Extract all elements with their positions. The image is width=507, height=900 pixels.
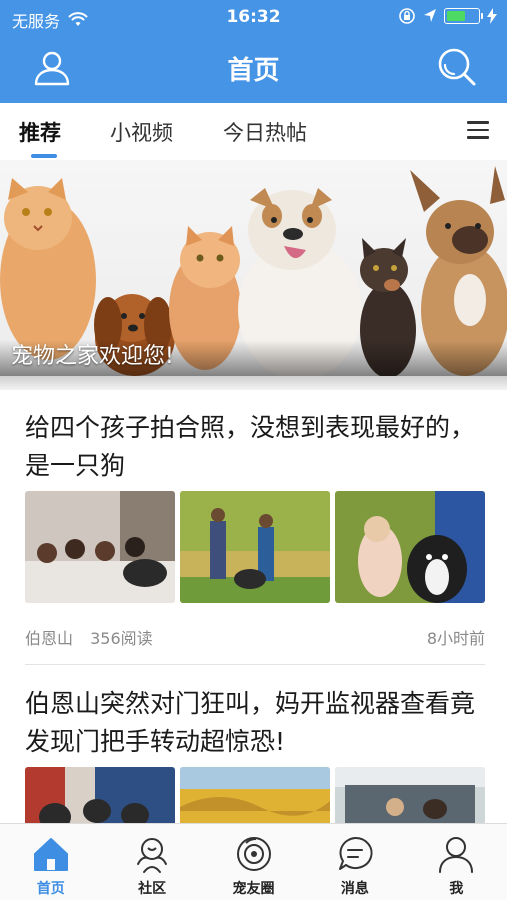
article-time: 8小时前 bbox=[426, 629, 485, 648]
feed-divider bbox=[25, 664, 485, 665]
article-meta: 伯恩山 356阅读 8小时前 bbox=[25, 625, 485, 649]
search-icon[interactable] bbox=[437, 47, 477, 87]
article-title: 伯恩山突然对门狂叫，妈开监视器查看竟发现门把手转动超惊恐! bbox=[25, 689, 476, 756]
hamburger-menu-icon[interactable] bbox=[467, 121, 489, 139]
thumbnail-image bbox=[25, 491, 175, 603]
location-icon bbox=[424, 9, 436, 22]
thumbnail-image bbox=[180, 491, 330, 603]
tab-short-video[interactable]: 小视频 bbox=[110, 117, 173, 147]
banner-caption: 宠物之家欢迎您! bbox=[11, 344, 174, 369]
page-title: 首页 bbox=[227, 56, 280, 86]
app-header: 无服务 16:32 首页 bbox=[0, 0, 507, 103]
article-reads: 356阅读 bbox=[90, 629, 153, 648]
home-icon bbox=[33, 838, 68, 871]
category-tabs: 推荐 小视频 今日热帖 bbox=[0, 103, 507, 160]
article-author: 伯恩山 bbox=[25, 629, 74, 648]
tabbar-label: 首页 bbox=[36, 881, 65, 897]
nav-bar: 首页 bbox=[0, 34, 507, 103]
status-bar: 无服务 16:32 bbox=[0, 0, 507, 34]
tabbar-item-pet-circle[interactable]: 宠友圈 bbox=[203, 824, 304, 900]
tabbar-label: 我 bbox=[449, 881, 464, 897]
profile-icon bbox=[439, 837, 474, 873]
battery-fill bbox=[447, 11, 465, 21]
tab-hot-posts[interactable]: 今日热帖 bbox=[223, 117, 307, 147]
banner-divider bbox=[0, 376, 507, 390]
tabbar-item-community[interactable]: 社区 bbox=[101, 824, 202, 900]
tabbar-label: 宠友圈 bbox=[232, 881, 275, 897]
bottom-tab-bar: 首页 社区 宠友圈 消息 我 bbox=[0, 823, 507, 900]
tabbar-item-home[interactable]: 首页 bbox=[0, 824, 101, 900]
tabbar-item-profile[interactable]: 我 bbox=[406, 824, 507, 900]
battery-icon bbox=[444, 8, 483, 24]
active-tab-indicator bbox=[31, 154, 57, 158]
feed-item[interactable]: 给四个孩子拍合照，没想到表现最好的，是一只狗 伯恩山 356阅读 8小时前 bbox=[25, 409, 485, 648]
tabbar-label: 社区 bbox=[138, 881, 167, 897]
tab-recommend[interactable]: 推荐 bbox=[19, 117, 61, 147]
tabbar-label: 消息 bbox=[340, 881, 369, 897]
feed-item[interactable]: 伯恩山突然对门狂叫，妈开监视器查看竟发现门把手转动超惊恐! bbox=[25, 685, 485, 879]
article-title: 给四个孩子拍合照，没想到表现最好的，是一只狗 bbox=[25, 413, 476, 480]
tabbar-item-messages[interactable]: 消息 bbox=[304, 824, 405, 900]
community-icon bbox=[137, 838, 168, 873]
status-right bbox=[398, 7, 497, 25]
rotation-lock-icon bbox=[399, 8, 415, 24]
charging-icon bbox=[487, 8, 497, 24]
banner[interactable]: 宠物之家欢迎您! bbox=[0, 160, 507, 376]
article-thumbnails bbox=[25, 491, 485, 603]
pet-circle-icon bbox=[236, 837, 271, 871]
thumbnail-image bbox=[335, 491, 485, 603]
cat-illustration bbox=[0, 178, 96, 360]
message-icon bbox=[338, 836, 373, 870]
